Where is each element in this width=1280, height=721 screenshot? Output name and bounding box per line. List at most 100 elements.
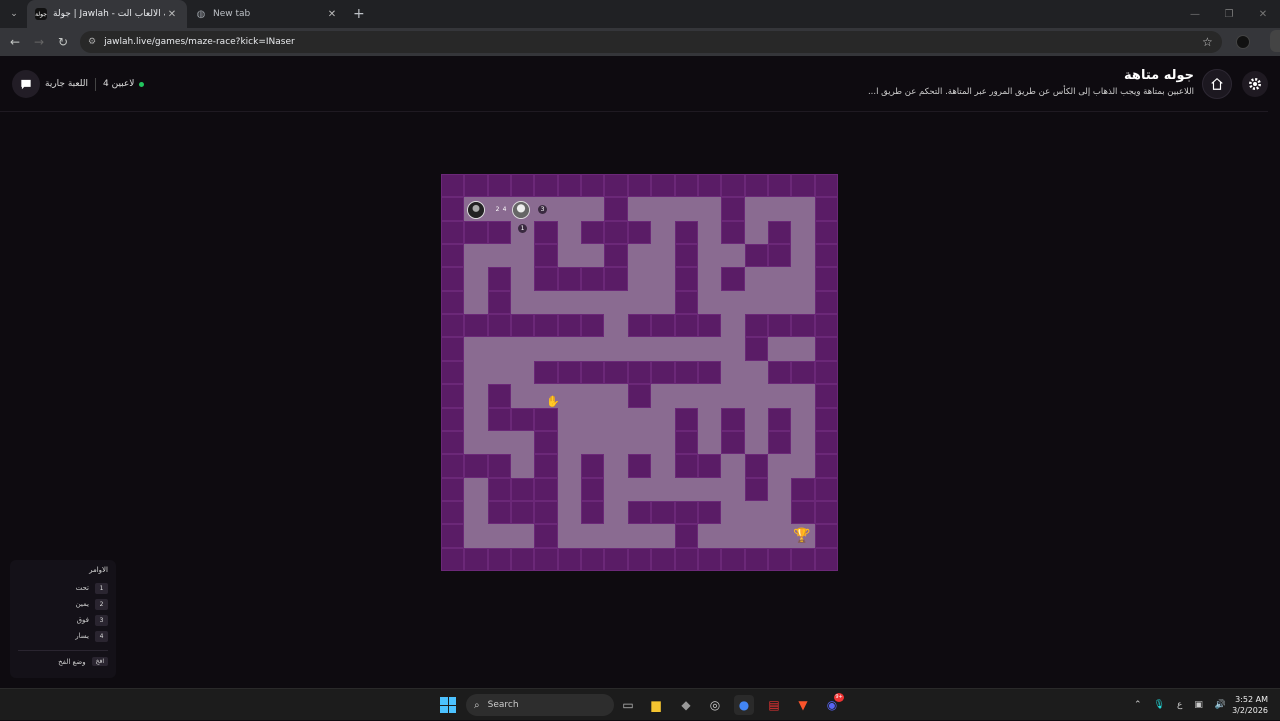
home-icon — [1211, 77, 1223, 90]
maze-wall — [627, 314, 652, 338]
obs-icon[interactable]: ◎ — [705, 695, 725, 715]
command-row: 3 فوق — [18, 612, 108, 628]
tab-jawlah[interactable]: جولة جولة | Jawlah - منصة الألعاب الت...… — [27, 0, 187, 28]
search-icon: ⌕ — [474, 699, 480, 711]
player-tag: 4 — [502, 206, 507, 213]
address-bar[interactable]: ⚙ jawlah.live/games/maze-race?kick=INase… — [80, 31, 1222, 53]
maze-wall — [767, 407, 792, 431]
maze-wall — [627, 547, 652, 571]
maze-wall — [464, 220, 488, 245]
maze-path — [651, 220, 675, 245]
maze-wall — [791, 477, 815, 501]
maze-path — [604, 454, 628, 478]
maze-path — [604, 290, 628, 315]
game-page: جوله متاهة اللاعبين بمتاهة ويجب الذهاب إ… — [0, 58, 1280, 688]
new-tab-plus-icon[interactable]: + — [353, 6, 365, 22]
maximize-icon[interactable]: ❐ — [1212, 9, 1246, 20]
maze-wall — [557, 547, 582, 571]
maze-path — [604, 477, 628, 501]
microphone-icon[interactable]: 🎙 — [1154, 700, 1165, 710]
maze-path — [464, 337, 488, 361]
globe-icon: ◍ — [196, 8, 206, 20]
page-scrollbar[interactable] — [1268, 58, 1280, 688]
input-language[interactable]: ع — [1177, 700, 1182, 710]
maze-path — [511, 290, 535, 315]
reload-icon[interactable]: ↻ — [51, 35, 75, 49]
maze-wall — [814, 454, 838, 478]
maze-wall — [697, 500, 722, 525]
maze-wall — [441, 220, 465, 245]
forward-arrow-icon[interactable]: → — [27, 35, 51, 49]
maze-wall — [767, 314, 792, 338]
maze-wall — [651, 174, 675, 198]
trap-key: افخ — [91, 657, 108, 666]
maze-board[interactable] — [441, 174, 838, 571]
task-view-icon[interactable]: ▭ — [618, 695, 638, 715]
windows-start-icon[interactable] — [440, 697, 456, 713]
bookmark-star-icon[interactable]: ☆ — [1202, 35, 1222, 49]
home-button[interactable] — [1202, 69, 1232, 99]
maze-wall — [511, 547, 535, 571]
close-tab-icon[interactable]: ✕ — [325, 9, 339, 20]
maze-path — [697, 337, 722, 361]
maze-path — [767, 454, 792, 478]
settings-gear-icon[interactable] — [1242, 71, 1268, 97]
maze-wall — [721, 197, 745, 221]
maze-path — [791, 197, 815, 221]
maze-path — [791, 244, 815, 268]
maze-wall — [674, 174, 698, 198]
maze-wall — [441, 407, 465, 431]
maze-path — [511, 454, 535, 478]
tab-title: New tab — [213, 9, 251, 19]
maze-path — [721, 477, 745, 501]
command-label: يمين — [75, 600, 89, 608]
maze-wall — [814, 174, 838, 198]
maze-path — [651, 430, 675, 455]
chrome-icon[interactable]: ● — [734, 695, 754, 715]
profile-avatar[interactable] — [1236, 35, 1250, 49]
side-panel-button[interactable] — [1270, 30, 1280, 52]
maze-wall — [744, 477, 768, 501]
maze-wall — [534, 430, 558, 455]
maze-wall — [674, 360, 698, 385]
tab-new-tab[interactable]: ◍ New tab ✕ — [187, 0, 347, 28]
streaming-app-icon[interactable]: ▤ — [764, 695, 784, 715]
close-window-icon[interactable]: ✕ — [1246, 9, 1280, 20]
maze-wall — [534, 477, 558, 501]
maze-path — [557, 220, 582, 245]
maze-wall — [814, 197, 838, 221]
minimize-icon[interactable]: — — [1178, 9, 1212, 20]
maze-wall — [674, 407, 698, 431]
maze-path — [767, 384, 792, 408]
maze-path — [557, 454, 582, 478]
maze-path — [791, 384, 815, 408]
maze-path — [697, 244, 722, 268]
maze-wall — [791, 360, 815, 385]
maze-path — [791, 430, 815, 455]
maze-wall — [604, 244, 628, 268]
app-icon[interactable]: ◆ — [676, 695, 696, 715]
maze-path — [744, 360, 768, 385]
command-row: 1 تحت — [18, 580, 108, 596]
network-icon[interactable]: ▣ — [1194, 700, 1203, 710]
chevron-up-icon[interactable]: ⌃ — [1134, 700, 1142, 710]
maze-path — [651, 524, 675, 548]
taskbar-search[interactable]: ⌕ Search — [466, 694, 614, 716]
maze-wall — [441, 524, 465, 548]
trophy-icon: 🏆 — [793, 528, 811, 544]
maze-wall — [534, 407, 558, 431]
clock[interactable]: 3:52 AM 3/2/2026 — [1232, 694, 1268, 716]
brave-icon[interactable]: ▼ — [793, 695, 813, 715]
maze-wall — [441, 384, 465, 408]
tab-search-button[interactable]: ⌄ — [5, 5, 23, 23]
app-logo-icon[interactable] — [12, 70, 40, 98]
maze-wall — [581, 267, 605, 291]
back-arrow-icon[interactable]: ← — [3, 35, 27, 49]
volume-icon[interactable]: 🔊 — [1215, 700, 1226, 710]
site-info-icon[interactable]: ⚙ — [88, 37, 96, 47]
file-explorer-icon[interactable]: ▆ — [646, 695, 666, 715]
close-tab-icon[interactable]: ✕ — [165, 9, 179, 20]
maze-wall — [534, 314, 558, 338]
maze-path — [627, 407, 652, 431]
maze-path — [557, 290, 582, 315]
